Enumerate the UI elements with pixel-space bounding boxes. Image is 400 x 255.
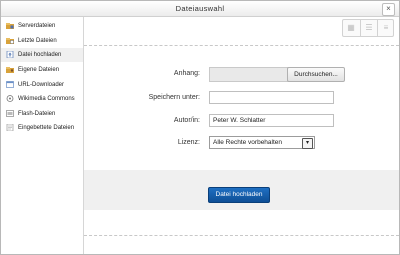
sidebar-item-label: Wikimedia Commons — [18, 96, 75, 102]
sidebar-item-wikimedia-commons[interactable]: Wikimedia Commons — [1, 92, 83, 106]
recent-files-icon — [6, 38, 14, 44]
private-files-icon — [6, 67, 14, 73]
view-details-button[interactable]: ☰ — [360, 20, 377, 36]
sidebar-item-letzte-dateien[interactable]: Letzte Dateien — [1, 34, 83, 48]
sidebar-item-label: Eigene Dateien — [18, 67, 60, 73]
upload-file-button[interactable]: Datei hochladen — [208, 187, 270, 203]
selected-file-display — [209, 67, 289, 82]
wikimedia-icon — [6, 95, 14, 102]
sidebar-item-label: URL-Downloader — [18, 82, 65, 88]
server-files-icon — [6, 23, 14, 29]
chevron-down-icon: ▾ — [302, 138, 313, 149]
view-tree-button[interactable]: ≡ — [377, 20, 394, 36]
toolbar: ▦ ☰ ≡ — [84, 17, 399, 37]
sidebar-item-label: Serverdateien — [18, 23, 56, 29]
author-label: Autor/in: — [173, 117, 200, 124]
url-downloader-icon — [6, 81, 14, 88]
license-select-value: Alle Rechte vorbehalten — [213, 139, 283, 146]
sidebar-item-serverdateien[interactable]: Serverdateien — [1, 19, 83, 33]
save-as-input[interactable] — [209, 91, 334, 104]
sidebar-item-url-downloader[interactable]: URL-Downloader — [1, 78, 83, 92]
sidebar-item-datei-hochladen[interactable]: Datei hochladen — [1, 48, 83, 62]
form-footer: Datei hochladen — [84, 170, 399, 210]
view-icons-button[interactable]: ▦ — [343, 20, 359, 36]
file-picker-dialog: Dateiauswahl × Serverdateien Letzte Date… — [0, 0, 400, 255]
browse-button[interactable]: Durchsuchen... — [287, 67, 345, 82]
author-input[interactable] — [209, 114, 334, 127]
attachment-label: Anhang: — [173, 70, 200, 77]
repository-sidebar: Serverdateien Letzte Dateien Datei hochl… — [1, 17, 84, 254]
sidebar-item-eingebettete-dateien[interactable]: Eingebettete Dateien — [1, 121, 83, 135]
save-as-label: Speichern unter: — [148, 94, 200, 101]
sidebar-item-flash-dateien[interactable]: Flash-Dateien — [1, 107, 83, 121]
embedded-files-icon — [6, 124, 14, 131]
sidebar-item-label: Letzte Dateien — [18, 38, 57, 44]
upload-panel: ▦ ☰ ≡ Anhang: Durchsuchen... Speichern u… — [84, 17, 399, 254]
sidebar-item-label: Datei hochladen — [18, 52, 62, 58]
sidebar-item-label: Flash-Dateien — [18, 111, 56, 117]
license-label: Lizenz: — [177, 139, 200, 146]
dialog-title: Dateiauswahl — [175, 4, 225, 13]
view-switcher: ▦ ☰ ≡ — [342, 19, 394, 37]
close-button[interactable]: × — [382, 3, 395, 16]
sidebar-item-label: Eingebettete Dateien — [18, 125, 75, 131]
divider — [84, 235, 399, 236]
sidebar-item-eigene-dateien[interactable]: Eigene Dateien — [1, 63, 83, 77]
title-bar: Dateiauswahl × — [1, 1, 399, 17]
divider — [84, 45, 399, 46]
flash-files-icon — [6, 110, 14, 117]
upload-file-icon — [6, 51, 14, 58]
license-select[interactable]: Alle Rechte vorbehalten ▾ — [209, 136, 315, 149]
